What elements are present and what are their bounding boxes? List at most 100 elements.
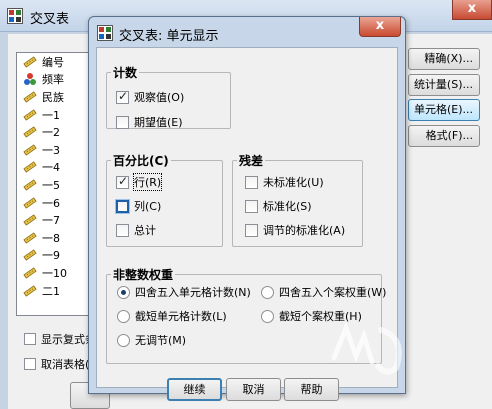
observed-label: 观察值(O) [134,91,185,104]
variable-label: 一3 [42,143,60,157]
scale-variable-icon [23,267,37,279]
radio-dot [261,285,274,299]
variable-item[interactable]: 频率 [17,71,97,89]
variable-item[interactable]: 一3 [17,141,97,159]
dialog-title: 交叉表: 单元显示 [119,29,219,44]
variable-label: 频率 [42,73,64,87]
scale-variable-icon [23,284,37,297]
scale-variable-icon [23,196,37,209]
variable-item[interactable]: 民族 [17,88,97,106]
round-cell-counts-label: 四舍五入单元格计数(N) [135,286,251,299]
residuals-legend: 残差 [239,154,264,168]
scale-variable-icon [23,232,37,244]
variable-label: 一2 [42,126,60,140]
total-checkbox[interactable]: 总计 [116,222,156,238]
checkbox-box [116,115,129,129]
nominal-variable-icon [24,73,36,86]
scale-variable-icon [23,144,37,156]
standardized-checkbox[interactable]: 标准化(S) [245,198,312,214]
row-label: 行(R) [132,173,163,191]
dialog-titlebar[interactable]: 交叉表: 单元显示 x [89,17,405,47]
radio-dot [117,285,130,299]
unstandardized-checkbox[interactable]: 未标准化(U) [245,174,324,190]
standardized-label: 标准化(S) [263,200,312,213]
statistics-button[interactable]: 统计量(S)... [408,74,480,96]
scale-variable-icon [23,249,37,261]
adjusted-standardized-checkbox[interactable]: 调节的标准化(A) [245,222,345,238]
variable-label: 一10 [42,266,67,280]
total-label: 总计 [134,224,156,237]
checkbox-box [245,175,258,189]
crosstabs-close-button[interactable]: x [452,0,492,20]
exact-button[interactable]: 精确(X)... [408,48,480,70]
variable-label: 一1 [42,108,60,122]
clustered-bar-checkbox[interactable]: 显示复式条 [24,331,96,347]
variable-label: 编号 [42,55,64,69]
checkbox-box [116,223,129,237]
no-adjustment-label: 无调节(M) [135,334,187,347]
expected-label: 期望值(E) [134,116,183,129]
observed-checkbox[interactable]: 观察值(O) [116,89,184,105]
adjusted-standardized-label: 调节的标准化(A) [263,224,346,237]
variable-list[interactable]: 编号频率 民族一1 一2 一3 一4 一5 一6 一7 一8 一9 一10 二1 [16,52,98,316]
column-label: 列(C) [134,200,162,213]
variable-label: 一8 [42,231,60,245]
checkbox-box [116,199,129,213]
no-adjustment-radio[interactable]: 无调节(M) [117,332,186,348]
variable-label: 一7 [42,214,60,228]
variable-item[interactable]: 二1 [17,282,97,300]
percentages-legend: 百分比(C) [113,154,169,168]
checkbox-box [116,89,129,104]
dialog-close-button[interactable]: x [359,17,401,37]
cancel-button[interactable]: 取消 [226,378,281,401]
scale-variable-icon [23,179,37,191]
checkbox-box [116,174,129,189]
variable-label: 一9 [42,249,60,263]
variable-item[interactable]: 一2 [17,123,97,141]
variable-label: 二1 [42,284,60,298]
round-case-weights-radio[interactable]: 四舍五入个案权重(W) [261,284,386,300]
checkbox-box [24,358,36,370]
cells-button[interactable]: 单元格(E)... [408,99,480,121]
variable-item[interactable]: 一9 [17,247,97,265]
column-checkbox[interactable]: 列(C) [116,198,161,214]
variable-item[interactable]: 一1 [17,106,97,124]
scale-variable-icon [23,108,37,121]
unstandardized-label: 未标准化(U) [263,176,324,189]
variable-item[interactable]: 一7 [17,211,97,229]
scale-variable-icon [23,214,37,226]
variable-label: 一5 [42,178,60,192]
variable-item[interactable]: 一6 [17,194,97,212]
radio-dot [117,309,130,323]
checkbox-box [245,223,258,237]
variable-label: 一6 [42,196,60,210]
checkbox-box [245,199,258,213]
variable-label: 一4 [42,161,60,175]
continue-button[interactable]: 继续 [167,378,222,401]
variable-item[interactable]: 一8 [17,229,97,247]
scale-variable-icon [23,56,37,68]
variable-item[interactable]: 编号 [17,53,97,71]
round-cell-counts-radio[interactable]: 四舍五入单元格计数(N) [117,284,251,300]
format-button[interactable]: 格式(F)... [408,125,480,147]
variable-item[interactable]: 一10 [17,264,97,282]
radio-dot [261,309,274,323]
scale-variable-icon [23,126,37,138]
variable-item[interactable]: 一5 [17,176,97,194]
checkbox-box [24,333,36,345]
scale-variable-icon [23,161,37,173]
variable-item[interactable]: 一4 [17,159,97,177]
crosstabs-title: 交叉表 [30,12,70,27]
suppress-tables-checkbox[interactable]: 取消表格(T [24,356,96,372]
radio-dot [117,333,130,347]
noninteger-legend: 非整数权重 [113,268,174,282]
truncate-cell-counts-label: 截短单元格计数(L) [135,310,227,323]
watermark-icon [331,320,402,375]
truncate-cell-counts-radio[interactable]: 截短单元格计数(L) [117,308,227,324]
help-button[interactable]: 帮助 [284,378,339,401]
row-checkbox[interactable]: 行(R) [116,173,163,191]
counts-legend: 计数 [113,66,138,80]
app-icon [7,8,23,24]
round-case-weights-label: 四舍五入个案权重(W) [279,286,387,299]
expected-checkbox[interactable]: 期望值(E) [116,114,183,130]
